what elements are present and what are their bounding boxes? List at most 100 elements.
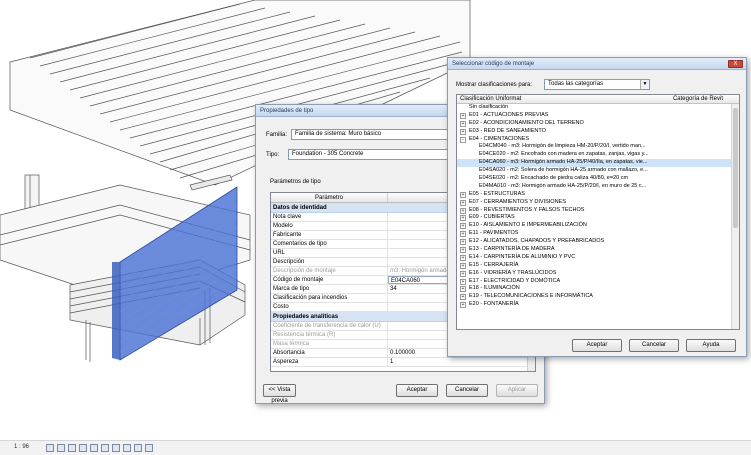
preview-button[interactable]: << Vista previa bbox=[263, 384, 296, 404]
col-classification-header[interactable]: Clasificación Uniformat bbox=[460, 95, 521, 103]
tree-node-label: E04 - CIMENTACIONES bbox=[469, 135, 530, 142]
render-icon[interactable] bbox=[90, 444, 98, 452]
shadows-icon[interactable] bbox=[79, 444, 87, 452]
tree-node-label: E15 - CERRAJERÍA bbox=[469, 261, 519, 268]
parameter-name: Descripción bbox=[271, 258, 388, 266]
expand-icon[interactable]: + bbox=[460, 191, 466, 198]
tree-node-label: E04SE020 - m2: Encachado de piedra caliz… bbox=[479, 175, 629, 182]
close-button[interactable]: X bbox=[728, 60, 743, 68]
tree-node[interactable]: + E14 - CARPINTERÍA DE ALUMINIO Y PVC bbox=[457, 254, 739, 262]
tree-node-label: Sin clasificación bbox=[469, 104, 509, 110]
tree-node-label: E12 - ALICATADOS, CHAPADOS Y PREFABRICAD… bbox=[469, 238, 605, 245]
expand-icon[interactable]: + bbox=[460, 120, 466, 127]
tree-node[interactable]: + E02 - ACONDICIONAMIENTO DEL TERRENO bbox=[457, 120, 739, 128]
tree-node[interactable]: + E20 - FONTANERÍA bbox=[457, 301, 739, 309]
tree-leaf[interactable]: E04CM040 - m3: Hormigón de limpieza HM-2… bbox=[457, 143, 739, 151]
tree-node[interactable]: + E08 - REVESTIMIENTOS Y FALSOS TECHOS bbox=[457, 207, 739, 215]
sun-path-icon[interactable] bbox=[68, 444, 76, 452]
expand-icon[interactable]: + bbox=[460, 270, 466, 277]
reveal-hidden-icon[interactable] bbox=[145, 444, 153, 452]
type-label: Tipo: bbox=[266, 151, 280, 158]
ok-button[interactable]: Aceptar bbox=[396, 384, 438, 397]
dialog-title[interactable]: Seleccionar código de montaje bbox=[448, 58, 746, 70]
expand-icon[interactable]: + bbox=[460, 112, 466, 119]
collapse-icon[interactable]: - bbox=[460, 136, 466, 143]
view-tools bbox=[46, 444, 153, 452]
tree-node[interactable]: + E07 - CERRAMIENTOS Y DIVISIONES bbox=[457, 199, 739, 207]
expand-icon[interactable]: + bbox=[460, 199, 466, 206]
tree-node[interactable]: + E15 - CERRAJERÍA bbox=[457, 262, 739, 270]
temporary-hide-icon[interactable] bbox=[134, 444, 142, 452]
tree-leaf[interactable]: E04SA020 - m2: Solera de hormigón HA-25 … bbox=[457, 167, 739, 175]
family-row: Familia: Familia de sistema: Muro básico bbox=[266, 129, 457, 140]
tree-node-label: E01 - ACTUACIONES PREVIAS bbox=[469, 111, 549, 118]
lock-view-icon[interactable] bbox=[123, 444, 131, 452]
tree-node-label: E04CA060 - m3: Hormigón armado HA-25/P/4… bbox=[479, 159, 648, 166]
col-category-header[interactable]: Categoría de Revit bbox=[673, 95, 723, 103]
ok-button[interactable]: Aceptar bbox=[572, 339, 622, 352]
tree-node[interactable]: + E05 - ESTRUCTURAS bbox=[457, 191, 739, 199]
expand-icon[interactable]: + bbox=[460, 286, 466, 293]
tree-node[interactable]: + E16 - VIDRIERÍA Y TRASLÚCIDOS bbox=[457, 270, 739, 278]
visual-style-icon[interactable] bbox=[57, 444, 65, 452]
parameter-name: Coeficiente de transferencia de calor (U… bbox=[271, 322, 388, 330]
view-scale[interactable]: 1 : 96 bbox=[14, 444, 29, 450]
tree-node[interactable]: Sin clasificación bbox=[457, 104, 739, 112]
expand-icon[interactable]: + bbox=[460, 207, 466, 214]
parameter-row[interactable]: Aspereza 1 bbox=[271, 358, 535, 367]
tree-node[interactable]: + E01 - ACTUACIONES PREVIAS bbox=[457, 112, 739, 120]
tree-node-label: E11 - PAVIMENTOS bbox=[469, 230, 519, 237]
tree-node-label: E04SA020 - m2: Solera de hormigón HA-25 … bbox=[479, 167, 648, 174]
parameter-name: Aspereza bbox=[271, 358, 388, 366]
tree-node[interactable]: - E04 - CIMENTACIONES bbox=[457, 136, 739, 144]
filter-label: Mostrar clasificaciones para: bbox=[456, 81, 533, 88]
crop-view-icon[interactable] bbox=[101, 444, 109, 452]
parameter-name: Comentarios de tipo bbox=[271, 240, 388, 248]
apply-button[interactable]: Aplicar bbox=[496, 384, 538, 397]
parameter-value[interactable]: 1 bbox=[388, 358, 528, 366]
tree-node-label: E07 - CERRAMIENTOS Y DIVISIONES bbox=[469, 198, 566, 205]
tree-scrollbar[interactable] bbox=[731, 104, 739, 329]
category-filter-select[interactable]: Todas las categorías ▼ bbox=[544, 79, 651, 90]
tree-node-label: E10 - AISLAMIENTO E IMPERMEABILIZACIÓN bbox=[469, 222, 587, 229]
tree-node[interactable]: + E03 - RED DE SANEAMIENTO bbox=[457, 128, 739, 136]
expand-icon[interactable]: + bbox=[460, 215, 466, 222]
expand-icon[interactable]: + bbox=[460, 223, 466, 230]
expand-icon[interactable]: + bbox=[460, 278, 466, 285]
tree-leaf[interactable]: E04CA060 - m3: Hormigón armado HA-25/P/4… bbox=[457, 159, 739, 168]
show-crop-icon[interactable] bbox=[112, 444, 120, 452]
detail-level-icon[interactable] bbox=[46, 444, 54, 452]
family-select[interactable]: Familia de sistema: Muro básico bbox=[291, 129, 457, 140]
parameter-name: Código de montaje bbox=[271, 276, 388, 284]
expand-icon[interactable]: + bbox=[460, 254, 466, 261]
tree-node-label: E04MA010 - m3: Hormigón armado HA-25/P/2… bbox=[479, 182, 647, 189]
tree-node[interactable]: + E11 - PAVIMENTOS bbox=[457, 230, 739, 238]
scrollbar-thumb[interactable] bbox=[733, 108, 738, 228]
parameter-name: Masa térmica bbox=[271, 340, 388, 348]
cancel-button[interactable]: Cancelar bbox=[446, 384, 488, 397]
type-row: Tipo: Foundation - 305 Concrete bbox=[266, 149, 453, 160]
chevron-down-icon[interactable]: ▼ bbox=[640, 80, 650, 89]
expand-icon[interactable]: + bbox=[460, 128, 466, 135]
expand-icon[interactable]: + bbox=[460, 294, 466, 301]
expand-icon[interactable]: + bbox=[460, 302, 466, 309]
tree-leaf[interactable]: E04CE020 - m2: Encofrado con madera en z… bbox=[457, 151, 739, 159]
tree-leaf[interactable]: E04MA010 - m3: Hormigón armado HA-25/P/2… bbox=[457, 183, 739, 191]
col-param-header[interactable]: Parámetro bbox=[271, 193, 388, 202]
tree-node-label: E20 - FONTANERÍA bbox=[469, 301, 519, 308]
expand-icon[interactable]: + bbox=[460, 239, 466, 246]
tree-node[interactable]: + E10 - AISLAMIENTO E IMPERMEABILIZACIÓN bbox=[457, 222, 739, 230]
tree-node[interactable]: + E12 - ALICATADOS, CHAPADOS Y PREFABRICA… bbox=[457, 238, 739, 246]
tree-node[interactable]: + E13 - CARPINTERÍA DE MADERA bbox=[457, 246, 739, 254]
parameter-name: Absortancia bbox=[271, 349, 388, 357]
cancel-button[interactable]: Cancelar bbox=[629, 339, 679, 352]
classification-tree: Clasificación Uniformat Categoría de Rev… bbox=[456, 94, 740, 330]
expand-icon[interactable]: + bbox=[460, 231, 466, 238]
expand-icon[interactable]: + bbox=[460, 246, 466, 253]
tree-leaf[interactable]: E04SE020 - m2: Encachado de piedra caliz… bbox=[457, 175, 739, 183]
help-button[interactable]: Ayuda bbox=[686, 339, 736, 352]
expand-icon[interactable]: + bbox=[460, 262, 466, 269]
filter-value: Todas las categorías bbox=[548, 81, 604, 87]
type-select[interactable]: Foundation - 305 Concrete bbox=[288, 149, 453, 160]
parameter-name: Modelo bbox=[271, 222, 388, 230]
